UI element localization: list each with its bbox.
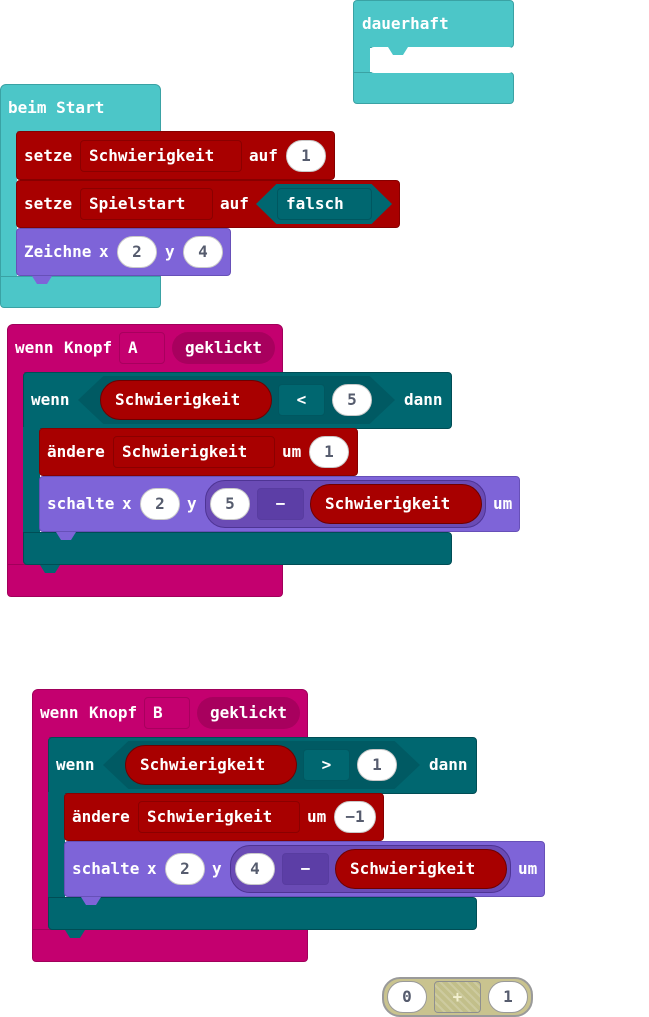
add-operator-dropdown[interactable]: + — [434, 981, 481, 1013]
boolean-dropdown[interactable]: falsch — [277, 188, 372, 220]
minuend-input[interactable]: 4 — [235, 853, 275, 885]
forever-label: dauerhaft — [362, 14, 449, 33]
x-label: x — [147, 859, 157, 878]
button-dropdown[interactable]: A — [119, 332, 165, 364]
button-keyword: Knopf — [64, 338, 113, 357]
add-right-input[interactable]: 1 — [488, 981, 528, 1013]
if-keyword: wenn — [56, 755, 95, 774]
math-operator-dropdown[interactable]: − — [257, 488, 304, 520]
set-keyword: setze — [24, 146, 73, 165]
x-label: x — [99, 242, 109, 261]
variable-dropdown-gamestart[interactable]: Spielstart — [80, 188, 213, 220]
y-label: y — [212, 859, 222, 878]
to-keyword: auf — [249, 146, 278, 165]
end-keyword: um — [518, 859, 538, 878]
plot-keyword: Zeichne — [24, 242, 92, 261]
y-label: y — [165, 242, 175, 261]
x-input[interactable]: 2 — [165, 853, 205, 885]
minuend-input[interactable]: 5 — [210, 488, 250, 520]
when-keyword: wenn — [15, 338, 54, 357]
if-keyword: wenn — [31, 390, 70, 409]
variable-dropdown[interactable]: Schwierigkeit — [138, 801, 300, 833]
to-keyword: auf — [220, 194, 249, 213]
variable-reporter[interactable]: Schwierigkeit — [100, 380, 272, 420]
button-keyword: Knopf — [89, 703, 138, 722]
compare-value-input[interactable]: 1 — [357, 749, 397, 781]
add-left-input[interactable]: 0 — [387, 981, 427, 1013]
x-input[interactable]: 2 — [117, 236, 157, 268]
operator-dropdown[interactable]: > — [303, 749, 350, 781]
compare-value-input[interactable]: 5 — [332, 384, 372, 416]
by-keyword: um — [307, 807, 327, 826]
x-label: x — [122, 494, 132, 513]
event-dropdown[interactable]: geklickt — [197, 697, 300, 729]
change-keyword: ändere — [47, 442, 105, 461]
x-input[interactable]: 2 — [140, 488, 180, 520]
operator-dropdown[interactable]: < — [278, 384, 325, 416]
variable-dropdown[interactable]: Schwierigkeit — [113, 436, 275, 468]
y-input[interactable]: 4 — [183, 236, 223, 268]
y-label: y — [187, 494, 197, 513]
toggle-keyword: schalte — [47, 494, 115, 513]
toggle-keyword: schalte — [72, 859, 140, 878]
math-operator-dropdown[interactable]: − — [282, 853, 329, 885]
value-input[interactable]: 1 — [286, 140, 326, 172]
change-value-input[interactable]: −1 — [334, 801, 376, 833]
event-dropdown[interactable]: geklickt — [172, 332, 275, 364]
on-start-label: beim Start — [8, 98, 105, 117]
variable-reporter[interactable]: Schwierigkeit — [310, 484, 482, 524]
when-keyword: wenn — [40, 703, 79, 722]
then-keyword: dann — [404, 390, 443, 409]
set-keyword: setze — [24, 194, 73, 213]
end-keyword: um — [493, 494, 513, 513]
variable-reporter[interactable]: Schwierigkeit — [125, 745, 297, 785]
change-value-input[interactable]: 1 — [309, 436, 349, 468]
by-keyword: um — [282, 442, 302, 461]
variable-dropdown-difficulty[interactable]: Schwierigkeit — [80, 140, 242, 172]
then-keyword: dann — [429, 755, 468, 774]
change-keyword: ändere — [72, 807, 130, 826]
button-dropdown[interactable]: B — [144, 697, 190, 729]
variable-reporter[interactable]: Schwierigkeit — [335, 849, 507, 889]
